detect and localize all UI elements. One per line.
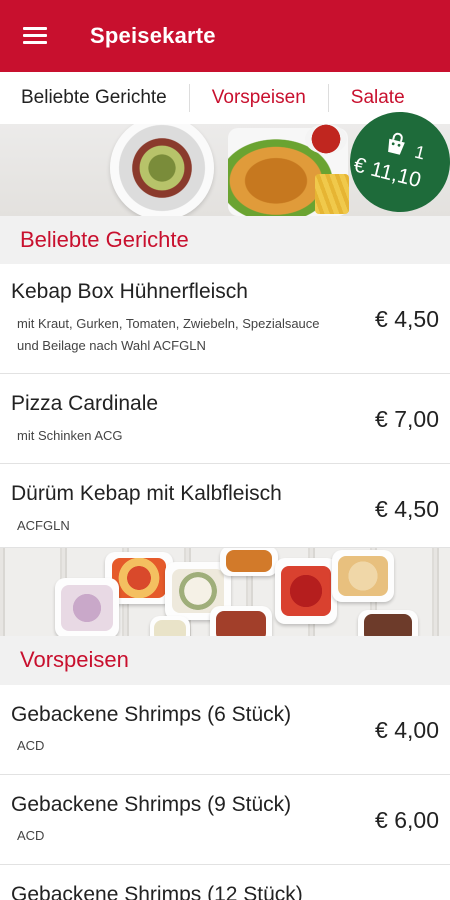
tab-beliebte-gerichte[interactable]: Beliebte Gerichte: [0, 84, 189, 112]
salad-plate-image: [110, 124, 214, 216]
item-name: Kebap Box Hühnerfleisch: [11, 280, 248, 303]
item-price: € 4,50: [375, 306, 439, 332]
item-price: € 6,00: [375, 807, 439, 833]
menu-item[interactable]: Gebackene Shrimps (6 Stück) ACD € 4,00: [0, 685, 450, 775]
menu-item[interactable]: Dürüm Kebap mit Kalbfleisch ACFGLN € 4,5…: [0, 464, 450, 548]
app-bar: Speisekarte: [0, 0, 450, 72]
cart-count: 1: [412, 141, 428, 164]
item-description: mit Kraut, Gurken, Tomaten, Zwiebeln, Sp…: [17, 316, 320, 353]
item-price: € 4,50: [375, 496, 439, 522]
item-description: ACFGLN: [17, 518, 70, 533]
dish-image: [150, 616, 190, 636]
menu-item[interactable]: Pizza Cardinale mit Schinken ACG € 7,00: [0, 374, 450, 464]
sauce-bowl-image: [305, 124, 347, 154]
item-price: € 4,00: [375, 717, 439, 743]
tab-vorspeisen[interactable]: Vorspeisen: [188, 84, 328, 112]
item-name: Pizza Cardinale: [11, 392, 159, 415]
dish-image: [275, 558, 337, 624]
tab-salate[interactable]: Salate: [327, 84, 427, 112]
hamburger-menu-icon[interactable]: [0, 0, 70, 72]
item-price: € 7,00: [375, 406, 439, 432]
dish-image: [332, 550, 394, 602]
item-name: Dürüm Kebap mit Kalbfleisch: [11, 482, 282, 505]
item-name: Gebackene Shrimps (12 Stück): [11, 883, 303, 900]
dish-image: [210, 606, 272, 636]
menu-item[interactable]: Gebackene Shrimps (12 Stück): [0, 865, 450, 900]
item-description: mit Schinken ACG: [17, 428, 123, 443]
fries-image: [315, 174, 349, 214]
section-title: Vorspeisen: [20, 647, 129, 672]
page-title: Speisekarte: [90, 23, 216, 48]
section-title: Beliebte Gerichte: [20, 227, 189, 252]
appetizers-banner-image: [0, 548, 450, 636]
dish-image: [55, 578, 119, 636]
item-description: ACD: [17, 828, 45, 843]
dish-image: [358, 610, 418, 636]
item-name: Gebackene Shrimps (6 Stück): [11, 703, 292, 726]
menu-item[interactable]: Gebackene Shrimps (9 Stück) ACD € 6,00: [0, 775, 450, 865]
shopping-bag-icon: [388, 132, 405, 155]
section-header-beliebte-gerichte: Beliebte Gerichte: [0, 216, 450, 264]
item-name: Gebackene Shrimps (9 Stück): [11, 793, 292, 816]
section-header-vorspeisen: Vorspeisen: [0, 636, 450, 684]
dish-image: [220, 548, 278, 576]
menu-item[interactable]: Kebap Box Hühnerfleisch mit Kraut, Gurke…: [0, 264, 450, 374]
item-description: ACD: [17, 738, 45, 753]
